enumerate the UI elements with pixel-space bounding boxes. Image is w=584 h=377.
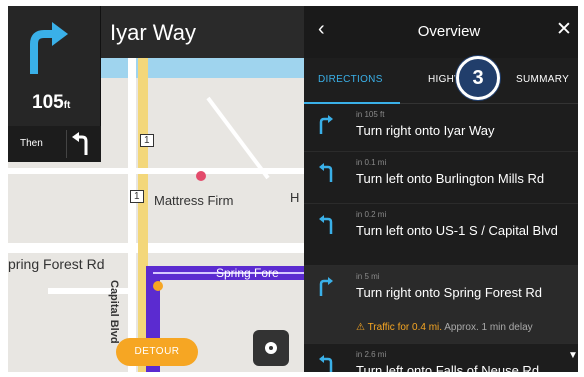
back-button[interactable]: ‹	[318, 18, 325, 41]
tab-bar: DIRECTIONS HIGHW SUMMARY	[304, 58, 578, 104]
right-icon	[319, 115, 333, 134]
water-area	[88, 58, 304, 78]
direction-step[interactable]: in 105 ft Turn right onto Iyar Way	[304, 104, 578, 152]
divider	[66, 130, 67, 158]
step-distance: in 0.1 mi	[356, 158, 387, 167]
current-street: Iyar Way	[110, 20, 196, 45]
step-instruction: Turn right onto Spring Forest Rd	[356, 285, 542, 300]
nav-screen: 1 1 Mattress Firm H pring Forest Rd Capi…	[8, 6, 578, 372]
step-instruction: Turn left onto Burlington Mills Rd	[356, 171, 545, 186]
step-distance: in 105 ft	[356, 110, 385, 119]
traffic-note: ⚠ Traffic for 0.4 mi. Approx. 1 min dela…	[356, 321, 566, 335]
step-instruction: Turn left onto Falls of Neuse Rd	[356, 363, 540, 372]
traffic-warning-icon: ⚠	[356, 322, 368, 333]
maneuver-card: 105ft	[8, 6, 101, 126]
street-label: Spring Fore	[216, 266, 279, 280]
pin-icon	[196, 171, 206, 181]
close-button[interactable]: ✕	[556, 18, 572, 41]
poi-icon	[153, 281, 163, 291]
locate-button[interactable]	[253, 330, 289, 366]
direction-step[interactable]: in 0.1 mi Turn left onto Burlington Mill…	[304, 152, 578, 204]
direction-step[interactable]: in 5 mi Turn right onto Spring Forest Rd…	[304, 266, 578, 344]
step-distance: in 5 mi	[356, 272, 380, 281]
direction-step[interactable]: in 2.6 mi Turn left onto Falls of Neuse …	[304, 344, 578, 372]
traffic-warning: Traffic for 0.4 mi.	[367, 322, 443, 333]
route-shield: 1	[140, 134, 154, 147]
direction-step[interactable]: in 0.2 mi Turn left onto US-1 S / Capita…	[304, 204, 578, 266]
step-distance: in 2.6 mi	[356, 350, 387, 359]
traffic-delay: Approx. 1 min delay	[444, 322, 533, 333]
left-icon	[319, 215, 333, 234]
directions-list: in 105 ft Turn right onto Iyar Way in 0.…	[304, 104, 578, 372]
then-card: Then	[8, 126, 101, 162]
road-horizontal	[8, 243, 304, 253]
road-parallel	[128, 58, 136, 372]
maneuver-distance: 105ft	[32, 92, 71, 113]
tab-directions[interactable]: DIRECTIONS	[318, 74, 383, 85]
then-label: Then	[20, 138, 43, 149]
left-icon	[319, 355, 333, 372]
road-diagonal	[206, 96, 270, 180]
right-icon	[319, 277, 333, 296]
detour-button[interactable]: DETOUR	[116, 338, 198, 366]
turn-right-icon	[30, 22, 68, 74]
overview-panel: ‹ Overview ✕ DIRECTIONS HIGHW SUMMARY 3 …	[304, 6, 578, 372]
route-shield: 1	[130, 190, 144, 203]
poi-label: Mattress Firm	[154, 193, 234, 208]
panel-header: ‹ Overview ✕	[304, 6, 578, 58]
scroll-down-icon[interactable]: ▼	[568, 350, 578, 361]
panel-title: Overview	[417, 23, 481, 40]
step-instruction: Turn right onto Iyar Way	[356, 123, 495, 138]
map-label: H	[290, 190, 300, 205]
step-instruction: Turn left onto US-1 S / Capital Blvd	[356, 223, 558, 238]
street-label: Capital Blvd	[108, 280, 120, 344]
street-label: pring Forest Rd	[8, 256, 105, 272]
turn-left-icon	[72, 132, 88, 155]
left-icon	[319, 163, 333, 182]
step-distance: in 0.2 mi	[356, 210, 387, 219]
tab-summary[interactable]: SUMMARY	[516, 74, 569, 85]
step-badge: 3	[456, 56, 500, 100]
